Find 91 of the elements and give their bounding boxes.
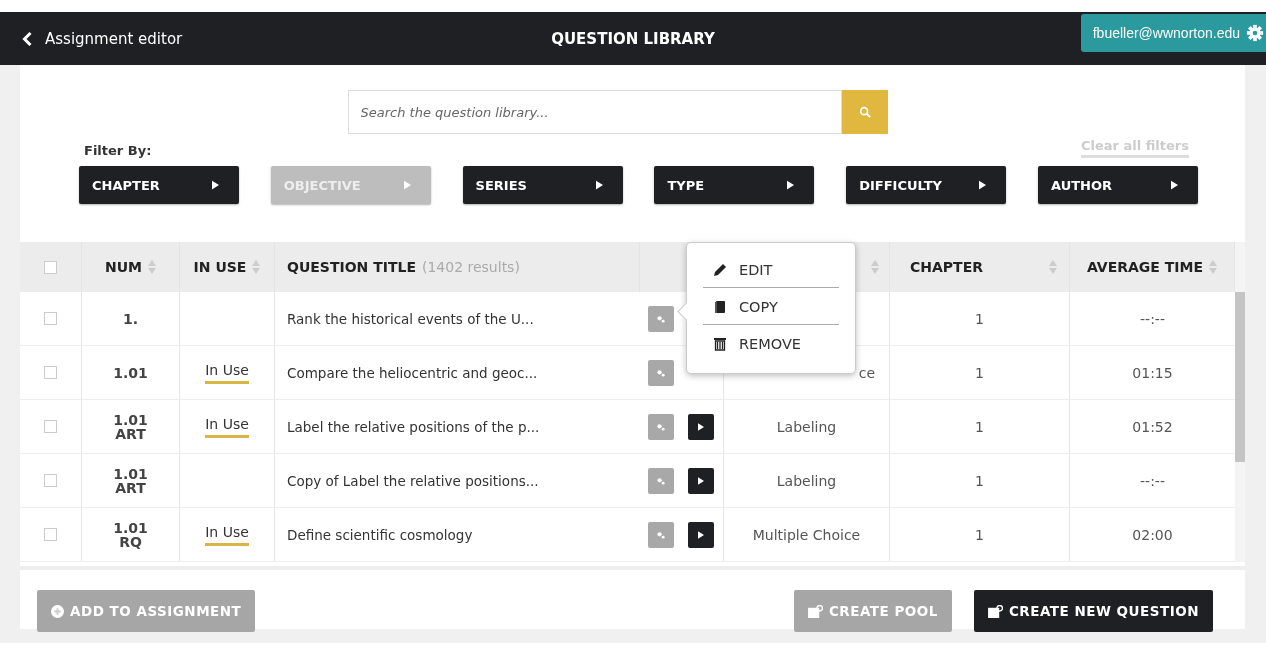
question-number: 1.01 <box>113 365 148 380</box>
preview-button[interactable] <box>688 521 714 548</box>
settings-button[interactable] <box>648 413 674 440</box>
chapter-number: 1 <box>975 472 984 489</box>
settings-button[interactable] <box>648 521 674 548</box>
average-time: --:-- <box>1140 310 1165 327</box>
question-type: Labeling <box>776 418 837 435</box>
chapter-number: 1 <box>975 418 984 435</box>
gears-icon <box>656 367 666 378</box>
sort-icon[interactable] <box>1049 260 1057 274</box>
in-use-label: In Use <box>205 523 249 546</box>
row-checkbox[interactable] <box>44 420 57 433</box>
filter-dropdown[interactable]: DIFFICULTY <box>846 166 1007 204</box>
select-all-checkbox[interactable] <box>44 260 57 274</box>
pencil-icon <box>713 263 727 277</box>
settings-icon <box>1246 24 1264 42</box>
row-checkbox[interactable] <box>44 366 57 379</box>
question-title[interactable]: Rank the historical events of the U... <box>287 310 534 327</box>
caret-icon <box>212 180 219 190</box>
trash-icon <box>713 337 727 351</box>
settings-button[interactable] <box>648 467 674 494</box>
menu-item[interactable]: EDIT <box>703 251 839 287</box>
new-item-icon <box>987 604 1003 618</box>
question-title[interactable]: Label the relative positions of the p... <box>287 418 540 435</box>
chapter-number: 1 <box>975 526 984 543</box>
scrollbar[interactable] <box>1235 242 1245 562</box>
caret-icon <box>595 180 603 190</box>
question-type: Labeling <box>776 472 837 489</box>
column-header[interactable]: CHAPTER <box>910 259 983 275</box>
menu-item[interactable]: COPY <box>703 288 839 324</box>
gears-icon <box>656 421 666 432</box>
gears-icon <box>656 313 666 324</box>
play-icon <box>698 530 704 539</box>
chapter-number: 1 <box>975 364 984 381</box>
question-title[interactable]: Compare the heliocentric and geoc... <box>287 364 538 381</box>
column-header[interactable]: IN USE <box>193 259 247 275</box>
chapter-number: 1 <box>975 310 984 327</box>
column-header[interactable]: NUM <box>105 259 142 275</box>
scrollbar-thumb[interactable] <box>1235 292 1245 462</box>
search-field[interactable]: Search the question library... <box>347 90 842 134</box>
question-number: 1.01 ART <box>112 412 149 441</box>
copy-icon <box>713 300 727 314</box>
caret-icon <box>979 180 987 190</box>
question-type: ce <box>858 364 875 381</box>
gears-icon <box>656 529 666 540</box>
filter-dropdown[interactable]: AUTHOR <box>1038 166 1198 204</box>
question-number: 1. <box>122 311 139 326</box>
settings-button[interactable] <box>648 359 674 386</box>
caret-icon <box>1171 180 1178 190</box>
row-checkbox[interactable] <box>44 528 57 541</box>
question-number: 1.01 RQ <box>112 520 149 549</box>
plus-circle-icon <box>51 604 64 618</box>
filter-dropdown[interactable]: TYPE <box>654 166 815 204</box>
question-type: Multiple Choice <box>752 526 861 543</box>
settings-button[interactable] <box>648 305 674 332</box>
results-count: (1402 results) <box>421 259 520 275</box>
page-title: QUESTION LIBRARY <box>551 29 715 48</box>
chevron-left-icon <box>22 31 33 46</box>
preview-button[interactable] <box>688 467 714 494</box>
search-icon <box>858 106 871 118</box>
question-title[interactable]: Copy of Label the relative positions... <box>287 472 539 489</box>
row-checkbox[interactable] <box>44 312 57 325</box>
column-header[interactable]: AVERAGE TIME <box>1086 259 1204 275</box>
gears-icon <box>656 475 666 486</box>
average-time: 02:00 <box>1132 526 1173 543</box>
back-button[interactable]: Assignment editor <box>0 29 183 48</box>
average-time: 01:15 <box>1132 364 1173 381</box>
row-checkbox[interactable] <box>44 474 57 487</box>
average-time: --:-- <box>1140 472 1165 489</box>
sort-icon[interactable] <box>1209 260 1218 274</box>
preview-button[interactable] <box>688 413 714 440</box>
in-use-label: In Use <box>205 361 249 384</box>
create-button[interactable]: CREATE NEW QUESTION <box>973 590 1213 632</box>
play-icon <box>698 422 704 431</box>
new-item-icon <box>807 604 823 618</box>
question-title[interactable]: Define scientific cosmology <box>287 526 473 543</box>
menu-item[interactable]: REMOVE <box>703 325 839 361</box>
play-icon <box>698 476 704 485</box>
sort-icon[interactable] <box>252 260 261 274</box>
filter-label: Filter By: <box>84 143 152 158</box>
search-button[interactable] <box>841 90 888 134</box>
caret-icon <box>787 180 795 190</box>
filter-dropdown[interactable]: CHAPTER <box>79 166 239 204</box>
sort-icon[interactable] <box>148 260 156 274</box>
average-time: 01:52 <box>1132 418 1173 435</box>
question-number: 1.01 ART <box>112 466 149 495</box>
in-use-label: In Use <box>205 415 249 438</box>
caret-icon <box>403 180 411 190</box>
column-header[interactable]: QUESTION TITLE <box>287 259 416 275</box>
sort-icon[interactable] <box>871 260 879 274</box>
filter-dropdown[interactable]: SERIES <box>462 166 623 204</box>
